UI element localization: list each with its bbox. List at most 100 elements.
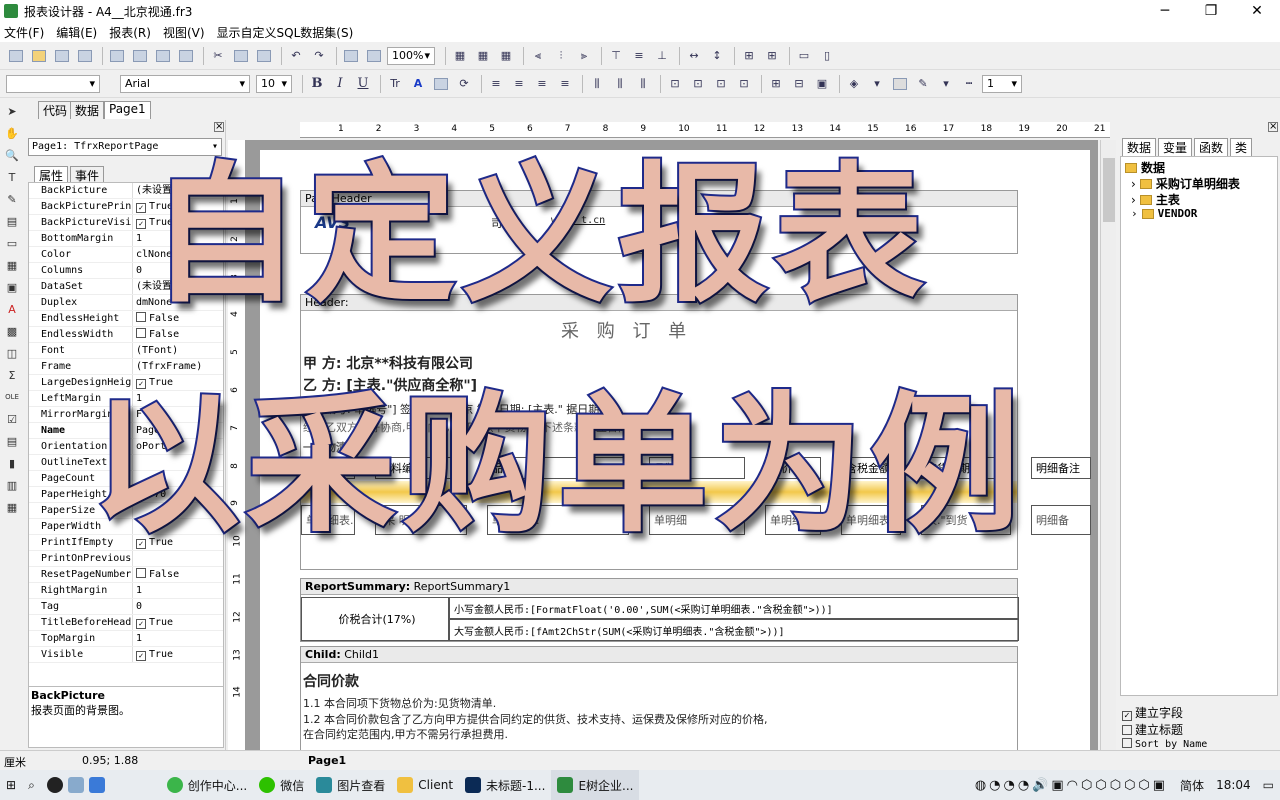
pen-dropdown-icon[interactable]: ▾ (936, 74, 956, 94)
minimize-button[interactable]: ─ (1142, 0, 1188, 22)
band-tool-icon[interactable]: ▤ (3, 212, 21, 230)
frame-all-icon[interactable]: ⊞ (766, 74, 786, 94)
font-size-select[interactable]: 10 ▾ (256, 74, 292, 93)
text-align-right-icon[interactable]: ≡ (532, 74, 552, 94)
shadow-icon[interactable]: ▣ (812, 74, 832, 94)
tree-item-vendor[interactable]: › VENDOR (1131, 207, 1197, 220)
detail-cell[interactable]: 明细备 (1031, 505, 1091, 535)
menu-file[interactable]: 文件(F) (4, 24, 44, 41)
property-value[interactable]: 0 (133, 599, 223, 614)
tab-variables[interactable]: 变量 (1158, 138, 1193, 156)
subreport-icon[interactable]: ▣ (3, 278, 21, 296)
property-value[interactable]: 1 (133, 631, 223, 646)
qq-icon[interactable] (46, 777, 63, 793)
price-title-memo[interactable]: 合同价款 (303, 671, 359, 691)
clause-2b-memo[interactable]: 在合同约定范围内,甲方不需另行承担费用. (303, 726, 508, 742)
align-middle-icon[interactable]: ≡ (629, 46, 649, 66)
new-icon[interactable] (6, 46, 26, 66)
taskbar-item-creator[interactable]: 创作中心... (161, 770, 253, 800)
taskbar-item-photoshop[interactable]: 未标题-1... (459, 770, 551, 800)
system-tray[interactable]: ◍◔◔◔🔊▣◠⬡⬡⬡⬡⬡▣ (969, 770, 1174, 800)
scrollbar-thumb[interactable] (1103, 158, 1115, 222)
align-bottom-icon[interactable]: ⊥ (652, 46, 672, 66)
clause-2-memo[interactable]: 1.2 本合同价款包含了乙方向甲方提供合同约定的供货、技术支持、运保费及保修所对… (303, 711, 767, 727)
ole-icon[interactable]: OLE (3, 388, 21, 406)
data-band-icon[interactable]: ▦ (3, 256, 21, 274)
zoom-select[interactable]: 100% ▾ (387, 46, 435, 65)
tab-events[interactable]: 事件 (70, 166, 105, 183)
input-language[interactable]: 简体 (1174, 770, 1210, 800)
property-checkbox[interactable] (136, 312, 146, 322)
font-settings-icon[interactable]: Tr (385, 74, 405, 94)
property-value[interactable]: False (133, 327, 223, 342)
party-a-memo[interactable]: 甲 方: 北京**科技有限公司 (303, 353, 473, 373)
start-button[interactable]: ⊞ (0, 770, 22, 800)
tab-functions[interactable]: 函数 (1194, 138, 1229, 156)
close-button[interactable]: ✕ (1234, 0, 1280, 22)
property-value[interactable]: 1 (133, 583, 223, 598)
amount-small-memo[interactable]: 小写金额人民币:[FormatFloat('0.00',SUM(<采购订单明细表… (449, 597, 1019, 619)
property-row[interactable]: Font (TFont) (29, 343, 223, 359)
search-icon[interactable]: ⌕ (22, 770, 41, 800)
column-header[interactable]: 明细备注 (1031, 457, 1091, 479)
highlight-icon[interactable] (431, 74, 451, 94)
grid-icon[interactable]: ▦ (450, 46, 470, 66)
same-height-icon[interactable]: ▯ (817, 46, 837, 66)
close-inspector-icon[interactable]: × (214, 122, 224, 132)
center-horizontal-icon[interactable]: ⊞ (739, 46, 759, 66)
tree-item-detail[interactable]: › 采购订单明细表 (1131, 175, 1240, 192)
tree-root[interactable]: 数据 (1125, 159, 1165, 176)
line-style-icon[interactable]: ┅ (959, 74, 979, 94)
maximize-button[interactable]: ❐ (1188, 0, 1234, 22)
copy-icon[interactable] (231, 46, 251, 66)
clock[interactable]: 18:04 (1210, 770, 1257, 800)
new-dialog-icon[interactable] (130, 46, 150, 66)
close-data-tree-icon[interactable]: × (1268, 122, 1278, 132)
tax-total-label[interactable]: 价税合计(17%) (301, 597, 449, 641)
property-row[interactable]: TopMargin 1 (29, 631, 223, 647)
checkbox-tool-icon[interactable]: ☑ (3, 410, 21, 428)
property-checkbox[interactable]: ✓ (136, 651, 146, 661)
property-row[interactable]: Tag 0 (29, 599, 223, 615)
property-checkbox[interactable]: ✓ (136, 619, 146, 629)
tab-classes[interactable]: 类 (1230, 138, 1253, 156)
open-icon[interactable] (29, 46, 49, 66)
font-name-select[interactable]: Arial ▾ (120, 74, 250, 93)
menu-edit[interactable]: 编辑(E) (56, 24, 97, 41)
text-align-left-icon[interactable]: ≡ (486, 74, 506, 94)
space-horizontal-icon[interactable]: ↔ (684, 46, 704, 66)
tab-page1[interactable]: Page1 (104, 101, 151, 119)
bold-button[interactable]: B (307, 74, 327, 94)
new-page-icon[interactable] (107, 46, 127, 66)
property-value[interactable]: (TfrxFrame) (133, 359, 223, 374)
taskbar-item-image-viewer[interactable]: 图片查看 (310, 770, 391, 800)
frame-right-icon[interactable]: ⊡ (734, 74, 754, 94)
shape-icon[interactable]: ◫ (3, 344, 21, 362)
zoom-tool-icon[interactable]: 🔍 (3, 146, 21, 164)
text-tool-icon[interactable]: T (3, 168, 21, 186)
align-right-icon[interactable]: ⫸ (574, 46, 594, 66)
cross-tab-icon[interactable]: ▦ (3, 498, 21, 516)
format-painter-icon[interactable]: ✎ (3, 190, 21, 208)
tab-data[interactable]: 数据 (70, 101, 105, 119)
rotate-icon[interactable]: ⟳ (454, 74, 474, 94)
property-value[interactable]: ✓ True (133, 647, 223, 662)
clause-1-memo[interactable]: 1.1 本合同项下货物总价为:见货物清单. (303, 695, 496, 711)
rich-text-icon[interactable]: ▤ (3, 432, 21, 450)
frame-top-icon[interactable]: ⊡ (665, 74, 685, 94)
taskbar-item-designer[interactable]: E树企业... (551, 770, 640, 800)
fill-color-dropdown-icon[interactable]: ▾ (867, 74, 887, 94)
style-select[interactable]: ▾ (6, 74, 100, 93)
picture-icon[interactable]: ▩ (3, 322, 21, 340)
align-left-icon[interactable]: ⫷ (528, 46, 548, 66)
delete-page-icon[interactable] (153, 46, 173, 66)
save-icon[interactable] (52, 46, 72, 66)
hand-tool-icon[interactable]: ✋ (3, 124, 21, 142)
ungroup-icon[interactable] (364, 46, 384, 66)
line-width-select[interactable]: 1 ▾ (982, 74, 1022, 93)
fit-grid-icon[interactable]: ▦ (496, 46, 516, 66)
frame-bottom-icon[interactable]: ⊡ (688, 74, 708, 94)
canvas-vertical-scrollbar[interactable] (1100, 140, 1116, 750)
report-summary-band[interactable]: ReportSummary: ReportSummary1 价税合计(17%) … (300, 578, 1019, 642)
align-top-icon[interactable]: ⊤ (606, 46, 626, 66)
